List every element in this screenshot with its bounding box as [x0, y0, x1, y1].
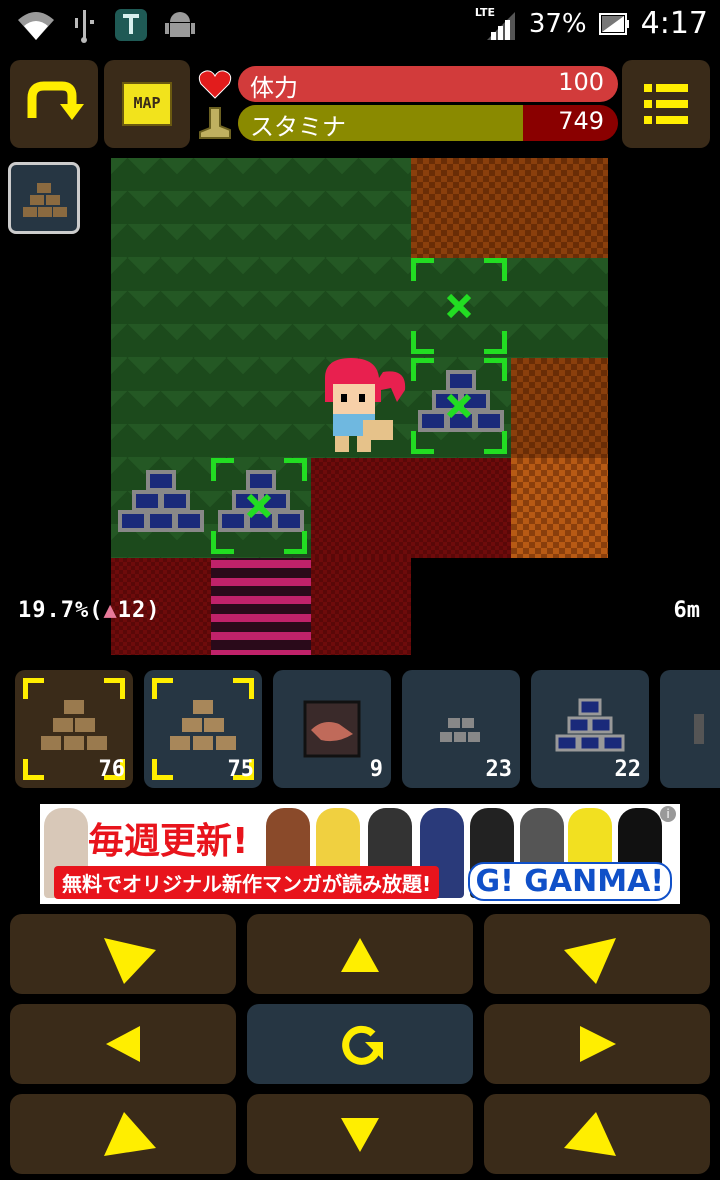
depth-indicator: 6m	[673, 598, 701, 623]
ad-close-icon[interactable]: i	[660, 806, 676, 822]
dpad-down[interactable]	[247, 1094, 473, 1174]
menu-list-icon	[644, 84, 688, 124]
inventory-qty: 75	[227, 757, 255, 782]
dirt-tile	[411, 158, 608, 258]
rotate-icon	[342, 1025, 383, 1065]
map-icon: MAP	[122, 82, 172, 126]
dirt-tile	[511, 458, 608, 558]
selection-marker[interactable]	[211, 458, 307, 554]
dpad-down-right[interactable]	[10, 914, 236, 994]
wifi-icon	[18, 12, 54, 40]
blue-block-pile	[118, 470, 204, 532]
dpad-right[interactable]	[484, 1004, 710, 1084]
progress-percent: 19.7%(	[18, 598, 104, 623]
menu-button[interactable]	[622, 60, 710, 148]
hp-label: 体力	[250, 74, 298, 102]
stamina-value: 749	[558, 107, 604, 135]
inventory-slot[interactable]: 9	[273, 670, 391, 788]
stamina-bar: スタミナ 749	[238, 105, 618, 141]
boot-icon	[199, 107, 231, 139]
person-icon: ▲	[103, 598, 118, 623]
inventory-qty: 22	[614, 757, 642, 782]
inventory-slot[interactable]: 23	[402, 670, 520, 788]
grass-tile	[111, 258, 608, 358]
battery-icon	[598, 12, 629, 35]
brown-block-pile-icon	[41, 700, 107, 750]
ad-banner[interactable]: 毎週更新! 無料でオリジナル新作マンガが読み放題! G! GANMA! i	[40, 804, 680, 904]
clock: 4:17	[640, 6, 708, 41]
signal-icon: LTE	[475, 6, 517, 40]
battery-percent: 37%	[528, 8, 587, 39]
small-stone-pile-icon	[440, 718, 480, 742]
inventory-slot[interactable]: 22	[531, 670, 649, 788]
triangle-left-icon	[106, 1026, 140, 1062]
ad-title: 毎週更新!	[88, 821, 249, 862]
dpad-up-left[interactable]	[484, 1094, 710, 1174]
held-item-slot[interactable]	[8, 162, 80, 234]
selection-marker[interactable]	[411, 258, 507, 354]
triangle-right-icon	[580, 1026, 616, 1062]
grass-tile	[111, 158, 411, 258]
inventory-qty: 9	[369, 757, 383, 782]
shield-app-icon	[115, 9, 147, 41]
dpad-up[interactable]	[247, 914, 473, 994]
inventory-slot[interactable]: 75	[144, 670, 262, 788]
stamina-label: スタミナ	[250, 113, 346, 141]
inventory-qty: 76	[98, 757, 126, 782]
game-map[interactable]	[111, 158, 608, 655]
heart-icon	[198, 70, 232, 99]
triangle-up-left-icon	[564, 1112, 616, 1156]
brown-block-pile-icon	[23, 183, 67, 217]
android-icon	[165, 12, 195, 37]
selection-marker[interactable]	[411, 358, 507, 454]
triangle-up-icon	[341, 938, 379, 972]
inventory-slot-partial[interactable]	[660, 670, 720, 788]
dpad-up-right[interactable]	[10, 1094, 236, 1174]
rotate-view-button[interactable]	[10, 60, 98, 148]
player-character	[325, 358, 406, 452]
triangle-down-right-icon	[104, 938, 156, 984]
pink-tile	[211, 558, 311, 655]
dirt-tile	[511, 358, 608, 458]
inventory-qty: 23	[485, 757, 513, 782]
dpad-left[interactable]	[10, 1004, 236, 1084]
status-bar: LTE 37% 4:17	[0, 0, 720, 52]
usb-icon	[75, 10, 94, 43]
ore-block-icon	[303, 700, 361, 758]
red-tile	[311, 558, 411, 655]
ad-brand: G! GANMA!	[467, 862, 672, 901]
progress-count: 12)	[117, 598, 161, 623]
map-button[interactable]: MAP	[104, 60, 190, 148]
ad-subtitle: 無料でオリジナル新作マンガが読み放題!	[54, 866, 440, 899]
brown-block-pile-icon	[170, 700, 236, 750]
rotate-arrow-icon	[27, 81, 84, 120]
dpad-down-left[interactable]	[484, 914, 710, 994]
map-progress: 19.7%(▲12)	[18, 598, 160, 623]
hp-value: 100	[558, 68, 604, 96]
triangle-down-left-icon	[564, 938, 616, 984]
inventory-slot[interactable]: 76	[15, 670, 133, 788]
map-button-label: MAP	[133, 94, 161, 112]
dpad-rotate[interactable]	[247, 1004, 473, 1084]
triangle-down-icon	[341, 1118, 379, 1152]
triangle-up-right-icon	[104, 1112, 156, 1156]
hp-bar: 体力 100	[238, 66, 618, 102]
red-tile	[311, 458, 511, 558]
blue-block-pile-icon	[555, 698, 625, 752]
